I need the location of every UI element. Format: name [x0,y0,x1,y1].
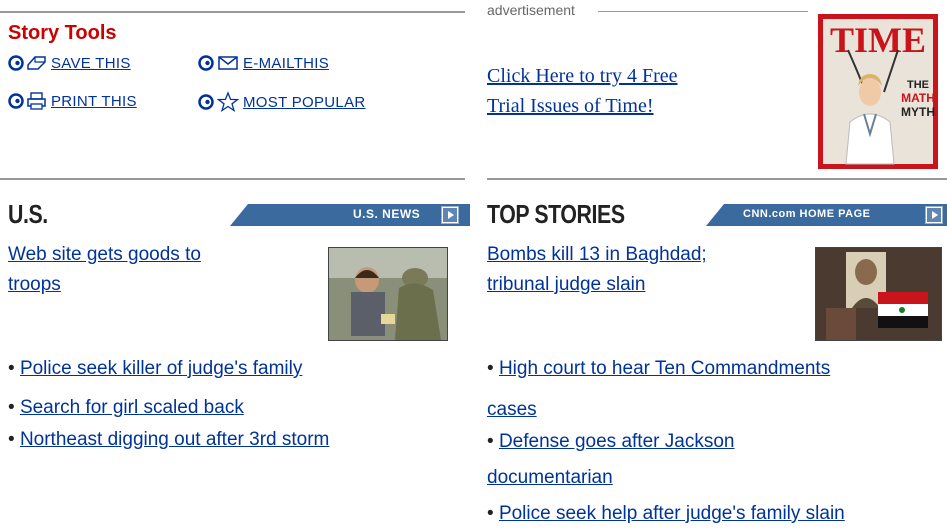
us-bullet-item[interactable]: • Police seek killer of judge's family [8,356,302,382]
cover-headline-myth: MYTH [901,105,935,119]
us-lead-story-photo[interactable] [328,247,448,341]
us-section-bar [230,204,470,226]
top-stories-title: TOP STORIES [487,199,625,229]
ad-link-line2[interactable]: Trial Issues of Time! [487,91,787,121]
top-lead-story-photo[interactable] [815,247,942,341]
us-lead-line1[interactable]: Web site gets goods to [8,240,201,270]
print-this-link[interactable]: PRINT THIS [8,91,137,111]
us-bullet-item[interactable]: • Northeast digging out after 3rd storm [8,427,329,453]
star-icon [198,91,240,113]
us-bullet-1-text[interactable]: Police seek killer of judge's family [20,358,302,379]
top-bullet-item[interactable]: • Defense goes after Jackson [487,429,734,455]
most-popular-label[interactable]: MOST POPULAR [243,94,366,111]
top-lead-line1[interactable]: Bombs kill 13 in Baghdad; [487,240,707,270]
time-magazine-cover[interactable]: TIME THE MATH MYTH [818,14,938,169]
top-bullet-item-cont[interactable]: documentarian [487,465,613,491]
save-icon [8,53,48,73]
us-lead-line2[interactable]: troops [8,270,201,300]
top-lead-story-link[interactable]: Bombs kill 13 in Baghdad; tribunal judge… [487,240,707,300]
print-icon [8,91,48,111]
email-icon [198,53,240,73]
advertisement-label: advertisement [487,2,575,18]
top-bullet-1-line2[interactable]: cases [487,399,537,420]
cover-headline-the: THE [907,79,929,91]
story-tools-title: Story Tools [8,22,117,44]
us-news-link[interactable]: U.S. NEWS [353,207,420,221]
top-bullet-item[interactable]: • High court to hear Ten Commandments [487,356,830,382]
save-this-label[interactable]: SAVE THIS [51,55,131,72]
ad-link-line1[interactable]: Click Here to try 4 Free [487,61,787,91]
top-stories-rule [487,178,947,180]
top-bullet-2-line1[interactable]: Defense goes after Jackson [499,431,735,452]
email-this-label[interactable]: E-MAILTHIS [243,55,329,72]
us-section-title: U.S. [8,199,48,229]
top-bullet-2-line2[interactable]: documentarian [487,467,613,488]
cnn-home-arrow-icon[interactable] [925,206,943,224]
cover-headline-math: MATH [901,91,935,105]
most-popular-link[interactable]: MOST POPULAR [198,91,366,113]
cover-masthead: TIME [830,20,926,60]
top-bullet-item-cont[interactable]: cases [487,397,537,423]
cnn-home-page-link[interactable]: CNN.com HOME PAGE [743,208,870,220]
top-bullet-3-line1[interactable]: Police seek help after judge's family sl… [499,503,845,524]
us-lead-story-link[interactable]: Web site gets goods to troops [8,240,201,300]
us-news-arrow-icon[interactable] [441,206,459,224]
email-this-link[interactable]: E-MAILTHIS [198,53,329,73]
story-tools-rule [0,11,465,13]
time-trial-ad-link[interactable]: Click Here to try 4 Free Trial Issues of… [487,61,787,121]
us-bullet-item[interactable]: • Search for girl scaled back [8,395,244,421]
print-this-label[interactable]: PRINT THIS [51,93,137,110]
advertisement-rule [598,11,808,12]
top-lead-line2[interactable]: tribunal judge slain [487,270,707,300]
save-this-link[interactable]: SAVE THIS [8,53,131,73]
us-bullet-3-text[interactable]: Northeast digging out after 3rd storm [20,429,329,450]
us-section-rule [0,178,465,180]
us-bullet-2-text[interactable]: Search for girl scaled back [20,397,244,418]
top-bullet-item[interactable]: • Police seek help after judge's family … [487,501,845,527]
top-bullet-1-line1[interactable]: High court to hear Ten Commandments [499,358,830,379]
